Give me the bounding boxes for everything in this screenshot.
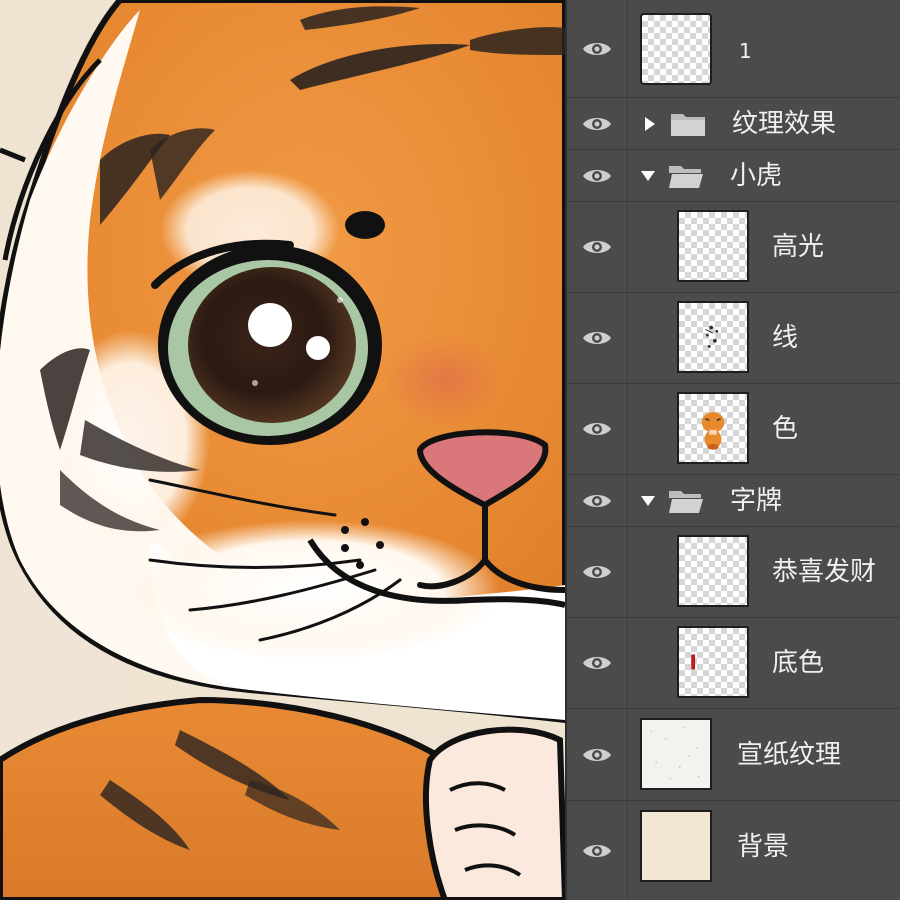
layer-row-background[interactable]: 背景 (567, 801, 900, 900)
visibility-eye-icon[interactable] (567, 618, 627, 708)
artwork-canvas[interactable] (0, 0, 565, 900)
app-window: 1 纹理效果 小虎 高光 线 色 字牌 恭喜发财 底色 宣纸纹理 背景 (0, 0, 900, 900)
layer-name: 恭喜发财 (772, 557, 877, 587)
visibility-eye-icon[interactable] (567, 293, 627, 383)
layer-name: 色 (772, 414, 799, 444)
layer-thumbnail (677, 535, 749, 607)
layer-thumbnail (677, 626, 749, 698)
group-name: 字牌 (730, 486, 783, 516)
group-row-tiger[interactable]: 小虎 (567, 150, 900, 202)
layer-row-highlight[interactable]: 高光 (567, 202, 900, 293)
layer-row-basecolor[interactable]: 底色 (567, 618, 900, 709)
layer-thumbnail (640, 718, 712, 790)
collapse-triangle-icon[interactable] (639, 167, 657, 185)
group-row-texture[interactable]: 纹理效果 (567, 98, 900, 150)
visibility-eye-icon[interactable] (567, 384, 627, 474)
visibility-eye-icon[interactable] (567, 150, 627, 201)
folder-open-icon (669, 166, 703, 188)
layer-row-1[interactable]: 1 (567, 0, 900, 98)
tiger-illustration (0, 0, 565, 900)
collapse-triangle-icon[interactable] (639, 492, 657, 510)
layer-name: 线 (772, 323, 799, 353)
visibility-eye-icon[interactable] (567, 801, 627, 900)
folder-open-icon (669, 491, 703, 513)
folder-icon (671, 114, 705, 136)
layer-thumbnail (640, 810, 712, 882)
layer-row-paper[interactable]: 宣纸纹理 (567, 709, 900, 801)
layer-name: 1 (739, 39, 752, 63)
layer-row-line[interactable]: 线 (567, 293, 900, 384)
layer-row-color[interactable]: 色 (567, 384, 900, 475)
layer-thumbnail (677, 210, 749, 282)
layer-thumbnail (640, 13, 712, 85)
layers-panel: 1 纹理效果 小虎 高光 线 色 字牌 恭喜发财 底色 宣纸纹理 背景 (565, 0, 900, 900)
group-name: 小虎 (730, 161, 783, 191)
visibility-eye-icon[interactable] (567, 0, 627, 97)
visibility-eye-icon[interactable] (567, 202, 627, 292)
layer-name: 底色 (772, 648, 825, 678)
layer-name: 背景 (737, 832, 790, 862)
tiger-paw (423, 726, 565, 900)
visibility-eye-icon[interactable] (567, 527, 627, 617)
layer-row-text[interactable]: 恭喜发财 (567, 527, 900, 618)
layer-thumbnail (677, 301, 749, 373)
layer-thumbnail (677, 392, 749, 464)
layer-name: 宣纸纹理 (737, 740, 842, 770)
visibility-eye-icon[interactable] (567, 98, 627, 149)
expand-triangle-icon[interactable] (641, 115, 659, 133)
layer-name: 高光 (772, 232, 825, 262)
visibility-eye-icon[interactable] (567, 709, 627, 800)
visibility-eye-icon[interactable] (567, 475, 627, 526)
group-name: 纹理效果 (732, 109, 837, 139)
group-row-sign[interactable]: 字牌 (567, 475, 900, 527)
